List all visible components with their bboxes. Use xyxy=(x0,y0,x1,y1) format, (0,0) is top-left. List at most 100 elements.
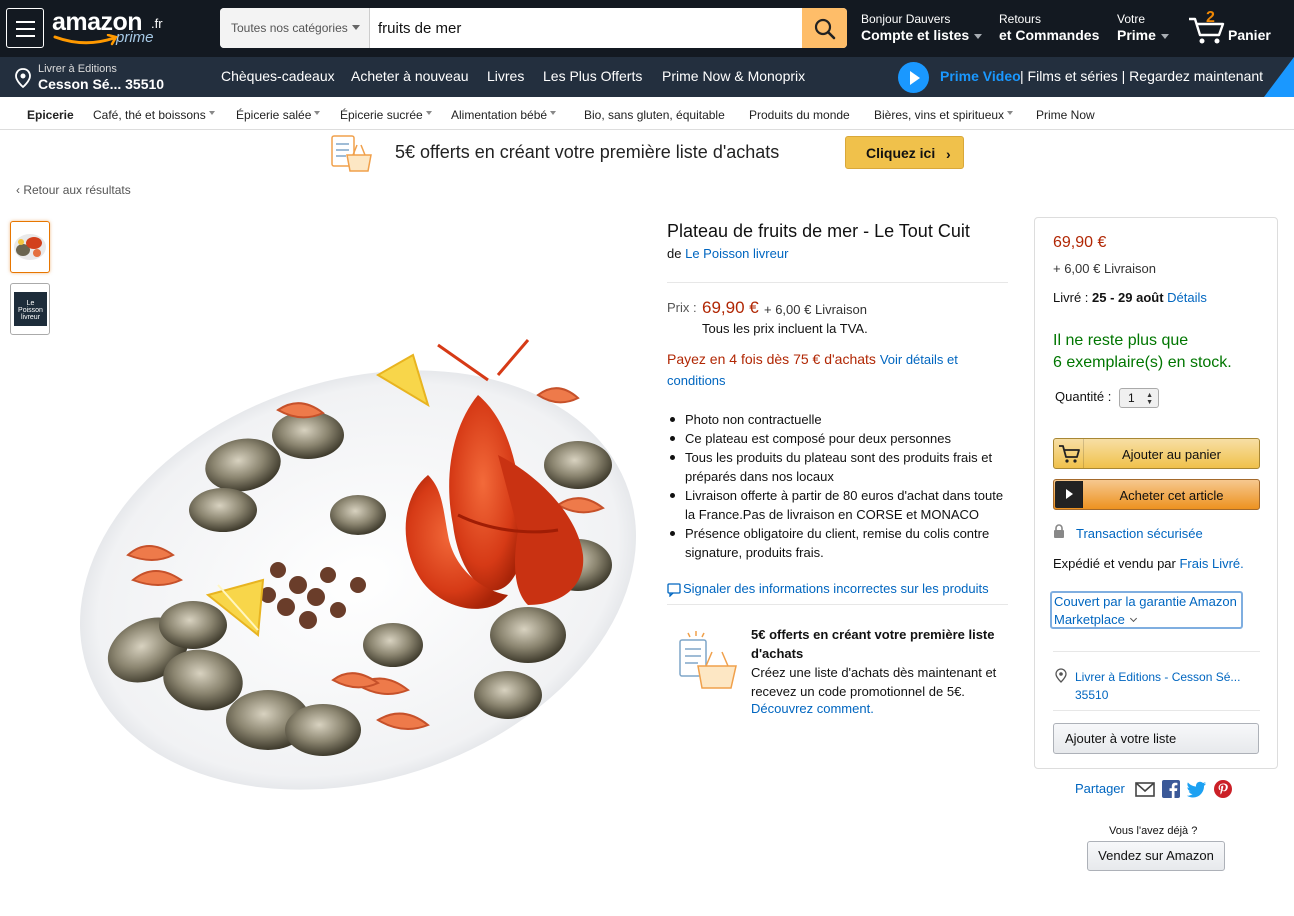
sell-on-amazon-button[interactable]: Vendez sur Amazon xyxy=(1087,841,1225,871)
guarantee-label: Couvert par la garantie Amazon Marketpla… xyxy=(1054,594,1237,627)
search-bar: Toutes nos catégories xyxy=(220,8,847,48)
nav-link-gift-cards[interactable]: Chèques-cadeaux xyxy=(221,68,335,84)
buy-box: 69,90 € + 6,00 € Livraison Livré : 25 - … xyxy=(1034,217,1278,769)
search-input[interactable] xyxy=(371,8,802,48)
chevron-right-icon: › xyxy=(946,146,951,162)
promo-body: Créez une liste d'achats dès maintenant … xyxy=(751,665,997,699)
delivery-address-link[interactable]: Livrer à Editions - Cesson Sé... 35510 xyxy=(1075,668,1255,704)
cart-button[interactable]: 2 Panier xyxy=(1187,8,1279,48)
twitter-icon[interactable] xyxy=(1187,781,1207,798)
product-price: 69,90 € xyxy=(702,298,759,317)
nav-link-books[interactable]: Livres xyxy=(487,68,524,84)
delivery-dates: 25 - 29 août xyxy=(1092,290,1164,305)
search-category-label: Toutes nos catégories xyxy=(231,21,348,35)
quantity-value: 1 xyxy=(1128,391,1135,405)
email-icon[interactable] xyxy=(1135,782,1155,798)
pay4-text: Payez en 4 fois dès 75 € d'achats xyxy=(667,351,876,367)
prime-video-tagline: | Films et séries | Regardez maintenant xyxy=(1020,68,1264,84)
delivery-label: Livré : xyxy=(1053,290,1093,305)
buy-now-label: Acheter cet article xyxy=(1119,488,1224,503)
seller-link[interactable]: Frais Livré. xyxy=(1179,556,1243,571)
product-title: Plateau de fruits de mer - Le Tout Cuit xyxy=(667,221,970,241)
pinterest-icon[interactable] xyxy=(1214,780,1232,798)
subnav-item-prime-now[interactable]: Prime Now xyxy=(1036,108,1095,122)
brand-link[interactable]: Le Poisson livreur xyxy=(685,246,788,261)
cart-count: 2 xyxy=(1206,9,1215,26)
prime-label: Prime xyxy=(1117,27,1156,43)
lock-icon xyxy=(1054,524,1064,538)
subnav-item-salee[interactable]: Épicerie salée xyxy=(236,108,321,122)
sold-by-prefix: Expédié et vendu par xyxy=(1053,556,1180,571)
secure-transaction-link[interactable]: Transaction sécurisée xyxy=(1076,526,1203,541)
sold-by: Expédié et vendu par Frais Livré. xyxy=(1053,556,1244,571)
caret-down-icon xyxy=(1160,33,1169,39)
subnav-item-monde[interactable]: Produits du monde xyxy=(749,108,850,122)
quantity-label: Quantité : xyxy=(1055,389,1112,404)
comment-icon xyxy=(667,583,681,597)
nav-link-most-gifted[interactable]: Les Plus Offerts xyxy=(543,68,642,84)
product-thumbnail-1[interactable] xyxy=(10,221,50,273)
nav-link-buy-again[interactable]: Acheter à nouveau xyxy=(351,68,469,84)
delivery-estimate: Livré : 25 - 29 août Détails xyxy=(1053,290,1207,305)
nav-link-prime-now[interactable]: Prime Now & Monoprix xyxy=(662,68,805,84)
prime-menu[interactable]: Votre Prime xyxy=(1117,12,1169,44)
account-lists-menu[interactable]: Bonjour Dauvers Compte et listes xyxy=(861,12,983,44)
prime-video-label: Prime Video xyxy=(940,68,1021,84)
prime-line1: Votre xyxy=(1117,12,1146,26)
nav-corner-decoration xyxy=(1264,57,1294,97)
cart-icon xyxy=(1054,439,1084,468)
cart-label: Panier xyxy=(1228,27,1271,43)
facebook-icon[interactable] xyxy=(1162,780,1180,798)
tva-notice: Tous les prix incluent la TVA. xyxy=(702,321,868,336)
promo-discover-link[interactable]: Découvrez comment. xyxy=(751,701,874,716)
hamburger-menu-icon[interactable] xyxy=(6,8,44,48)
top-nav: amazon .fr prime Toutes nos catégories B… xyxy=(0,0,1294,57)
deliver-line1: Livrer à Editions xyxy=(38,63,117,75)
orders-link[interactable]: Retours et Commandes xyxy=(999,12,1099,44)
banner-button-label: Cliquez ici xyxy=(866,145,936,161)
feature-bullet: Tous les produits du plateau sont des pr… xyxy=(670,448,1010,486)
category-subnav: Epicerie Café, thé et boissons Épicerie … xyxy=(0,97,1294,130)
marketplace-guarantee-dropdown[interactable]: Couvert par la garantie Amazon Marketpla… xyxy=(1050,591,1243,629)
subnav-item-bieres[interactable]: Bières, vins et spiritueux xyxy=(874,108,1014,122)
add-to-list-button[interactable]: Ajouter à votre liste xyxy=(1053,723,1259,754)
subnav-item-sucree[interactable]: Épicerie sucrée xyxy=(340,108,432,122)
play-icon xyxy=(1055,481,1083,508)
play-icon xyxy=(898,62,929,93)
caret-down-icon xyxy=(352,25,360,30)
delivery-details-link[interactable]: Détails xyxy=(1167,290,1207,305)
product-shipping: + 6,00 € Livraison xyxy=(764,302,867,317)
amazon-logo[interactable]: amazon .fr prime xyxy=(50,6,170,48)
orders-line1: Retours xyxy=(999,12,1042,26)
search-category-dropdown[interactable]: Toutes nos catégories xyxy=(220,8,370,48)
divider xyxy=(1053,651,1260,652)
back-to-results-link[interactable]: ‹ Retour aux résultats xyxy=(16,183,131,197)
subnav-item-cafe[interactable]: Café, thé et boissons xyxy=(93,108,215,122)
add-to-cart-button[interactable]: Ajouter au panier xyxy=(1053,438,1260,469)
seafood-platter-image[interactable] xyxy=(58,335,648,805)
sell-question: Vous l'avez déjà ? xyxy=(1109,825,1198,837)
subnav-item-bio[interactable]: Bio, sans gluten, équitable xyxy=(584,108,725,122)
banner-click-here-button[interactable]: Cliquez ici › xyxy=(845,136,964,169)
subnav-item-bebe[interactable]: Alimentation bébé xyxy=(451,108,557,122)
add-to-list-label: Ajouter à votre liste xyxy=(1065,731,1177,746)
stock-line2: 6 exemplaire(s) en stock. xyxy=(1053,354,1232,371)
divider xyxy=(1053,710,1260,711)
quantity-select[interactable]: 1 ▲ ▼ xyxy=(1119,388,1159,408)
byline-prefix: de xyxy=(667,246,682,261)
divider xyxy=(667,604,1008,605)
search-button[interactable] xyxy=(802,8,847,48)
subnav-item-epicerie[interactable]: Epicerie xyxy=(27,108,74,122)
buy-now-button[interactable]: Acheter cet article xyxy=(1053,479,1260,510)
shopping-list-icon xyxy=(331,135,372,172)
shopping-list-icon xyxy=(679,631,737,689)
share-bar: Partager xyxy=(1075,780,1245,800)
stock-status: Il ne reste plus que 6 exemplaire(s) en … xyxy=(1053,330,1232,374)
product-thumbnail-2[interactable]: Le Poisson livreur xyxy=(10,283,50,335)
product-byline: de Le Poisson livreur xyxy=(667,246,788,261)
up-down-arrows-icon: ▲ ▼ xyxy=(1146,392,1153,406)
promo-title: 5€ offerts en créant votre première list… xyxy=(751,627,995,661)
sell-button-label: Vendez sur Amazon xyxy=(1098,848,1214,863)
greeting-text: Bonjour Dauvers xyxy=(861,12,951,26)
seafood-platter-thumbnail-image xyxy=(14,234,46,260)
